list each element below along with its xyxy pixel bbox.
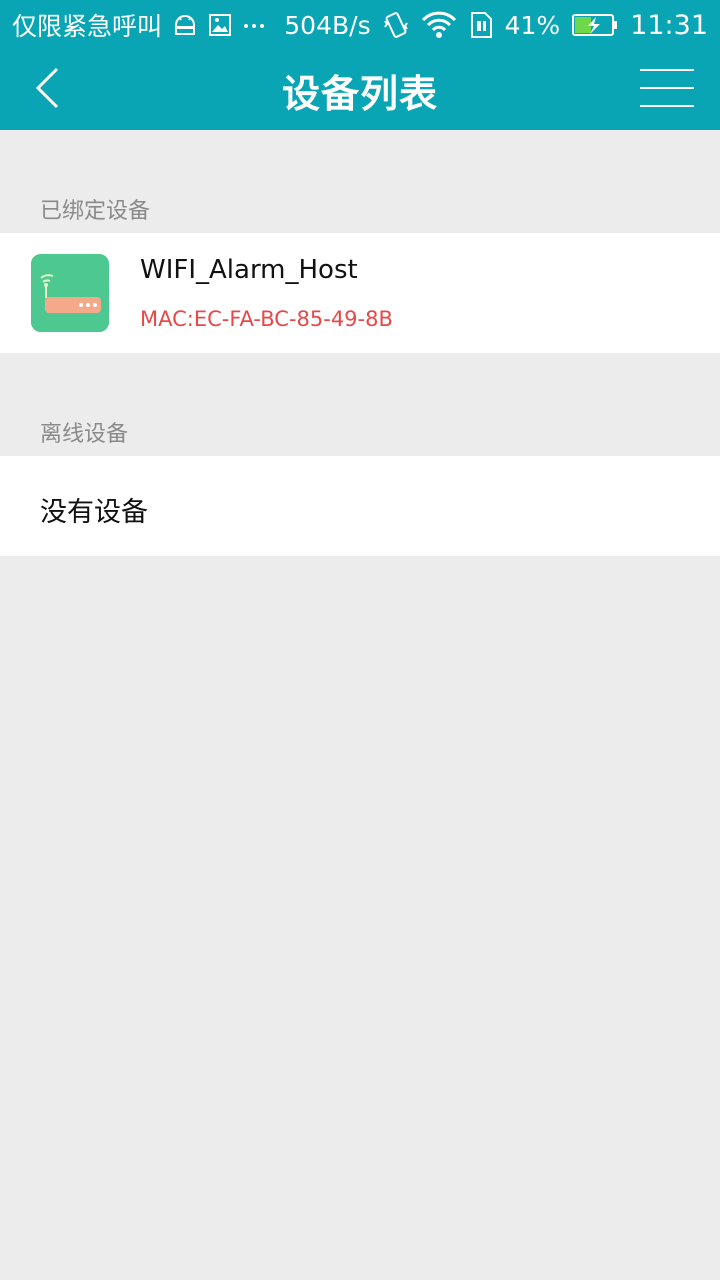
title-bar: 设备列表 [0, 50, 720, 130]
image-icon [208, 13, 232, 37]
menu-icon [640, 67, 694, 113]
chevron-left-icon [33, 66, 63, 114]
clock: 11:31 [630, 9, 708, 41]
android-icon [172, 13, 198, 37]
offline-devices-header: 离线设备 [40, 422, 129, 447]
router-icon [31, 254, 109, 332]
sim-icon [469, 11, 493, 39]
no-devices-text: 没有设备 [40, 497, 148, 528]
back-button[interactable] [18, 60, 78, 120]
net-speed: 504B/s [284, 10, 371, 40]
status-left: 仅限紧急呼叫 [12, 7, 266, 43]
status-bar: 仅限紧急呼叫 504B/s 41% 11:31 [0, 0, 720, 50]
wifi-icon [421, 11, 457, 39]
status-right: 504B/s 41% 11:31 [284, 10, 708, 41]
battery-charging-icon [572, 13, 618, 37]
empty-device-row: 没有设备 [0, 456, 720, 556]
carrier-text: 仅限紧急呼叫 [12, 12, 163, 41]
vibrate-icon [383, 11, 409, 39]
more-icon [242, 13, 266, 37]
device-mac: MAC:EC-FA-BC-85-49-8B [140, 307, 393, 331]
menu-button[interactable] [634, 60, 700, 120]
device-name: WIFI_Alarm_Host [140, 255, 358, 285]
device-row[interactable]: WIFI_Alarm_Host MAC:EC-FA-BC-85-49-8B [0, 233, 720, 353]
battery-percent: 41% [504, 10, 561, 40]
bound-devices-header: 已绑定设备 [40, 199, 151, 224]
page-title: 设备列表 [281, 71, 438, 116]
